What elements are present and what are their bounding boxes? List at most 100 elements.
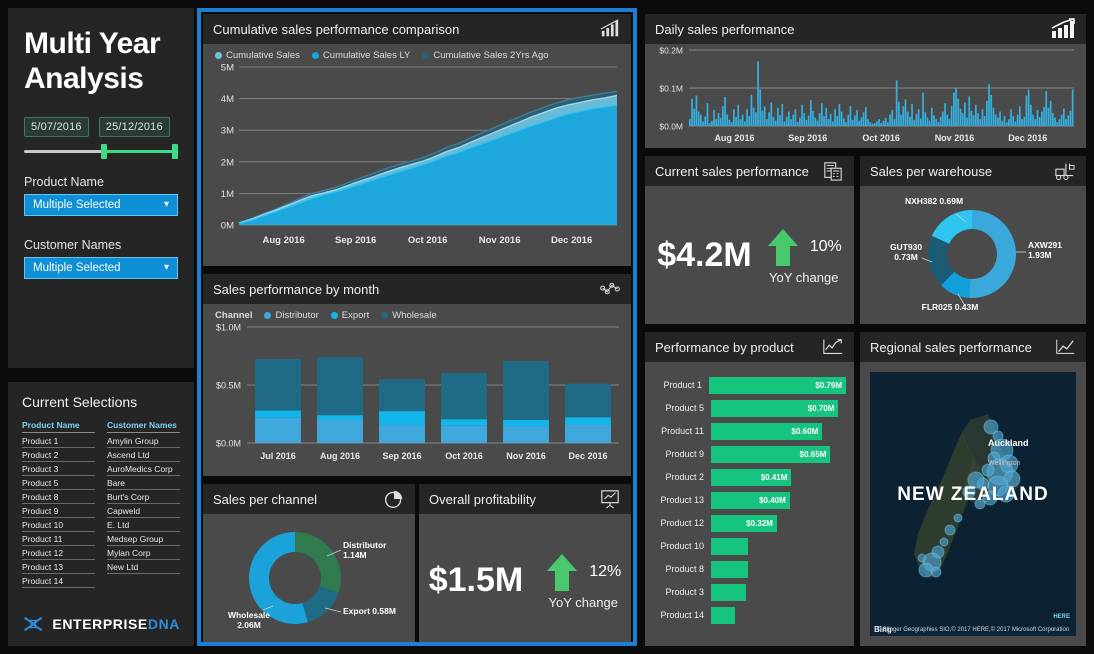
legend-swatch <box>215 52 222 59</box>
selection-product-item: Product 11 <box>22 532 95 546</box>
date-from-field[interactable]: 5/07/2016 <box>24 116 89 137</box>
svg-text:NXH382 0.69M: NXH382 0.69M <box>905 196 963 206</box>
product-bar-row[interactable]: Product 12 $0.32M <box>649 512 846 534</box>
legend-item-cumulative-sales-2yrs[interactable]: Cumulative Sales 2Yrs Ago <box>422 50 549 61</box>
svg-text:FLR025 0.43M: FLR025 0.43M <box>922 302 979 312</box>
svg-text:Nov 2016: Nov 2016 <box>479 235 521 246</box>
map-canvas[interactable]: NEW ZEALAND Auckland Wellington Bing HER… <box>870 372 1076 636</box>
map-attribution: © Blinger Geographies SIO,© 2017 HERE,© … <box>876 626 1070 633</box>
svg-text:Aug 2016: Aug 2016 <box>263 235 305 246</box>
product-bar-row[interactable]: Product 2 $0.41M <box>649 466 846 488</box>
svg-text:3M: 3M <box>221 126 234 137</box>
legend-swatch <box>330 312 338 319</box>
product-bar-row[interactable]: Product 1 $0.79M <box>649 374 846 396</box>
product-bar[interactable]: $0.60M <box>711 422 823 440</box>
product-bar[interactable]: $0.32M <box>711 514 777 532</box>
customer-slicer: Customer Names Multiple Selected ▾ <box>8 216 194 279</box>
customer-slicer-dropdown[interactable]: Multiple Selected ▾ <box>24 256 178 279</box>
svg-text:1.14M: 1.14M <box>343 550 367 560</box>
legend-item-cumulative-sales-ly[interactable]: Cumulative Sales LY <box>311 50 410 61</box>
profitability-pct: 12% <box>589 562 622 580</box>
legend-item-export[interactable]: Export <box>330 310 369 321</box>
chart-cumulative-sales: 0M 1M 2M 3M 4M 5M Aug 2016 Sep 2016 Oct 2016 Nov … <box>221 63 618 246</box>
panel-daily-sales[interactable]: Daily sales performance $0.0M $0.1M $0.2M A… <box>645 14 1086 148</box>
product-bar-row[interactable]: Product 13 $0.40M <box>649 489 846 511</box>
presentation-chart-icon <box>601 490 619 509</box>
panel-performance-by-product[interactable]: Performance by product Product 1 $0.79M Pr… <box>645 332 854 646</box>
product-bar-row[interactable]: Product 10 <box>649 535 846 557</box>
product-bar[interactable] <box>711 537 748 555</box>
svg-text:$0.0M: $0.0M <box>659 122 683 132</box>
svg-text:Nov 2016: Nov 2016 <box>935 133 975 143</box>
legend-label: Distributor <box>275 310 319 321</box>
legend-item-wholesale[interactable]: Wholesale <box>381 310 437 321</box>
product-bar-value: $0.40M <box>759 495 786 505</box>
current-selections-title: Current Selections <box>22 394 138 410</box>
slider-handle-right[interactable] <box>172 143 178 159</box>
product-bar-row[interactable]: Product 14 <box>649 604 846 626</box>
svg-text:1.93M: 1.93M <box>1028 250 1052 260</box>
svg-text:AXW291: AXW291 <box>1028 240 1062 250</box>
svg-text:0.73M: 0.73M <box>894 252 918 262</box>
product-bar-row[interactable]: Product 11 $0.60M <box>649 420 846 442</box>
forklift-icon <box>1055 163 1075 180</box>
panel-title-regional: Regional sales performance <box>870 339 1032 355</box>
product-bar-label: Product 3 <box>665 587 704 597</box>
product-bar-value: $0.79M <box>815 380 842 390</box>
panel-sales-by-month[interactable]: Sales performance by month Channel Distr… <box>203 274 631 476</box>
panel-title-profitability: Overall profitability <box>429 491 536 507</box>
panel-sales-per-channel[interactable]: Sales per channel Distributor 1.14M Export… <box>203 484 415 646</box>
selection-product-item: Product 8 <box>22 490 95 504</box>
legend-item-distributor[interactable]: Distributor <box>264 310 319 321</box>
current-selections-panel: Current Selections Product Name Product … <box>8 382 194 646</box>
legend-item-cumulative-sales[interactable]: Cumulative Sales <box>215 50 300 61</box>
panel-title-monthly: Sales performance by month <box>213 281 380 297</box>
panel-overall-profitability[interactable]: Overall profitability $1.5M 12% YoY chan <box>419 484 631 646</box>
bar-chart-arrow-icon <box>1051 18 1075 38</box>
selection-customer-item: Burt's Corp <box>107 490 180 504</box>
product-bar[interactable]: $0.41M <box>711 468 792 486</box>
svg-text:Aug 2016: Aug 2016 <box>320 451 360 461</box>
svg-text:Distributor: Distributor <box>343 540 387 550</box>
product-bar[interactable] <box>711 583 747 601</box>
pie-chart-icon <box>384 490 403 509</box>
date-to-field[interactable]: 25/12/2016 <box>98 116 170 137</box>
product-bar[interactable]: $0.40M <box>711 491 790 509</box>
up-arrow-icon <box>767 228 798 266</box>
product-bar[interactable]: $0.65M <box>711 445 831 463</box>
selection-customer-item: Capweld <box>107 504 180 518</box>
bar-chart-trend-icon <box>600 19 619 37</box>
product-slicer-dropdown[interactable]: Multiple Selected ▾ <box>24 193 178 216</box>
map-city-auckland: Auckland <box>988 438 1029 448</box>
product-bar-row[interactable]: Product 9 $0.65M <box>649 443 846 465</box>
product-bar[interactable] <box>711 560 748 578</box>
product-bar-label: Product 11 <box>661 426 704 436</box>
product-bar-label: Product 9 <box>665 449 704 459</box>
slider-handle-left[interactable] <box>101 143 107 159</box>
product-bar[interactable]: $0.79M <box>709 376 846 394</box>
selection-customer-item: E. Ltd <box>107 518 180 532</box>
panel-sales-per-warehouse[interactable]: Sales per warehouse AXW291 1.93M FLR025 0.… <box>860 156 1086 324</box>
logo-text-secondary: DNA <box>147 616 180 632</box>
panel-regional-sales[interactable]: Regional sales performance NEW ZEALAND A… <box>860 332 1086 646</box>
column-header-product-name: Product Name <box>22 420 95 433</box>
product-bar-row[interactable]: Product 5 $0.70M <box>649 397 846 419</box>
trend-line-icon <box>1056 339 1075 354</box>
product-bar[interactable] <box>711 606 735 624</box>
svg-text:$0.0M: $0.0M <box>216 439 241 449</box>
product-bar[interactable]: $0.70M <box>711 399 839 417</box>
product-bar-row[interactable]: Product 8 <box>649 558 846 580</box>
product-slicer-label: Product Name <box>24 174 104 189</box>
date-range-slider[interactable] <box>8 137 194 159</box>
panel-current-sales[interactable]: Current sales performance $4.2M 10% YoY … <box>645 156 854 324</box>
chevron-down-icon: ▾ <box>163 262 169 274</box>
panel-title-current-sales: Current sales performance <box>655 163 809 179</box>
selection-customer-item: Mylan Corp <box>107 546 180 560</box>
legend-title-channel: Channel <box>215 310 253 321</box>
scatter-network-icon <box>600 282 620 295</box>
svg-text:Sep 2016: Sep 2016 <box>335 235 376 246</box>
product-bar-row[interactable]: Product 3 <box>649 581 846 603</box>
selection-product-item: Product 14 <box>22 574 95 588</box>
panel-cumulative-sales[interactable]: Cumulative sales performance comparison … <box>203 14 631 266</box>
svg-text:$0.2M: $0.2M <box>659 46 683 56</box>
